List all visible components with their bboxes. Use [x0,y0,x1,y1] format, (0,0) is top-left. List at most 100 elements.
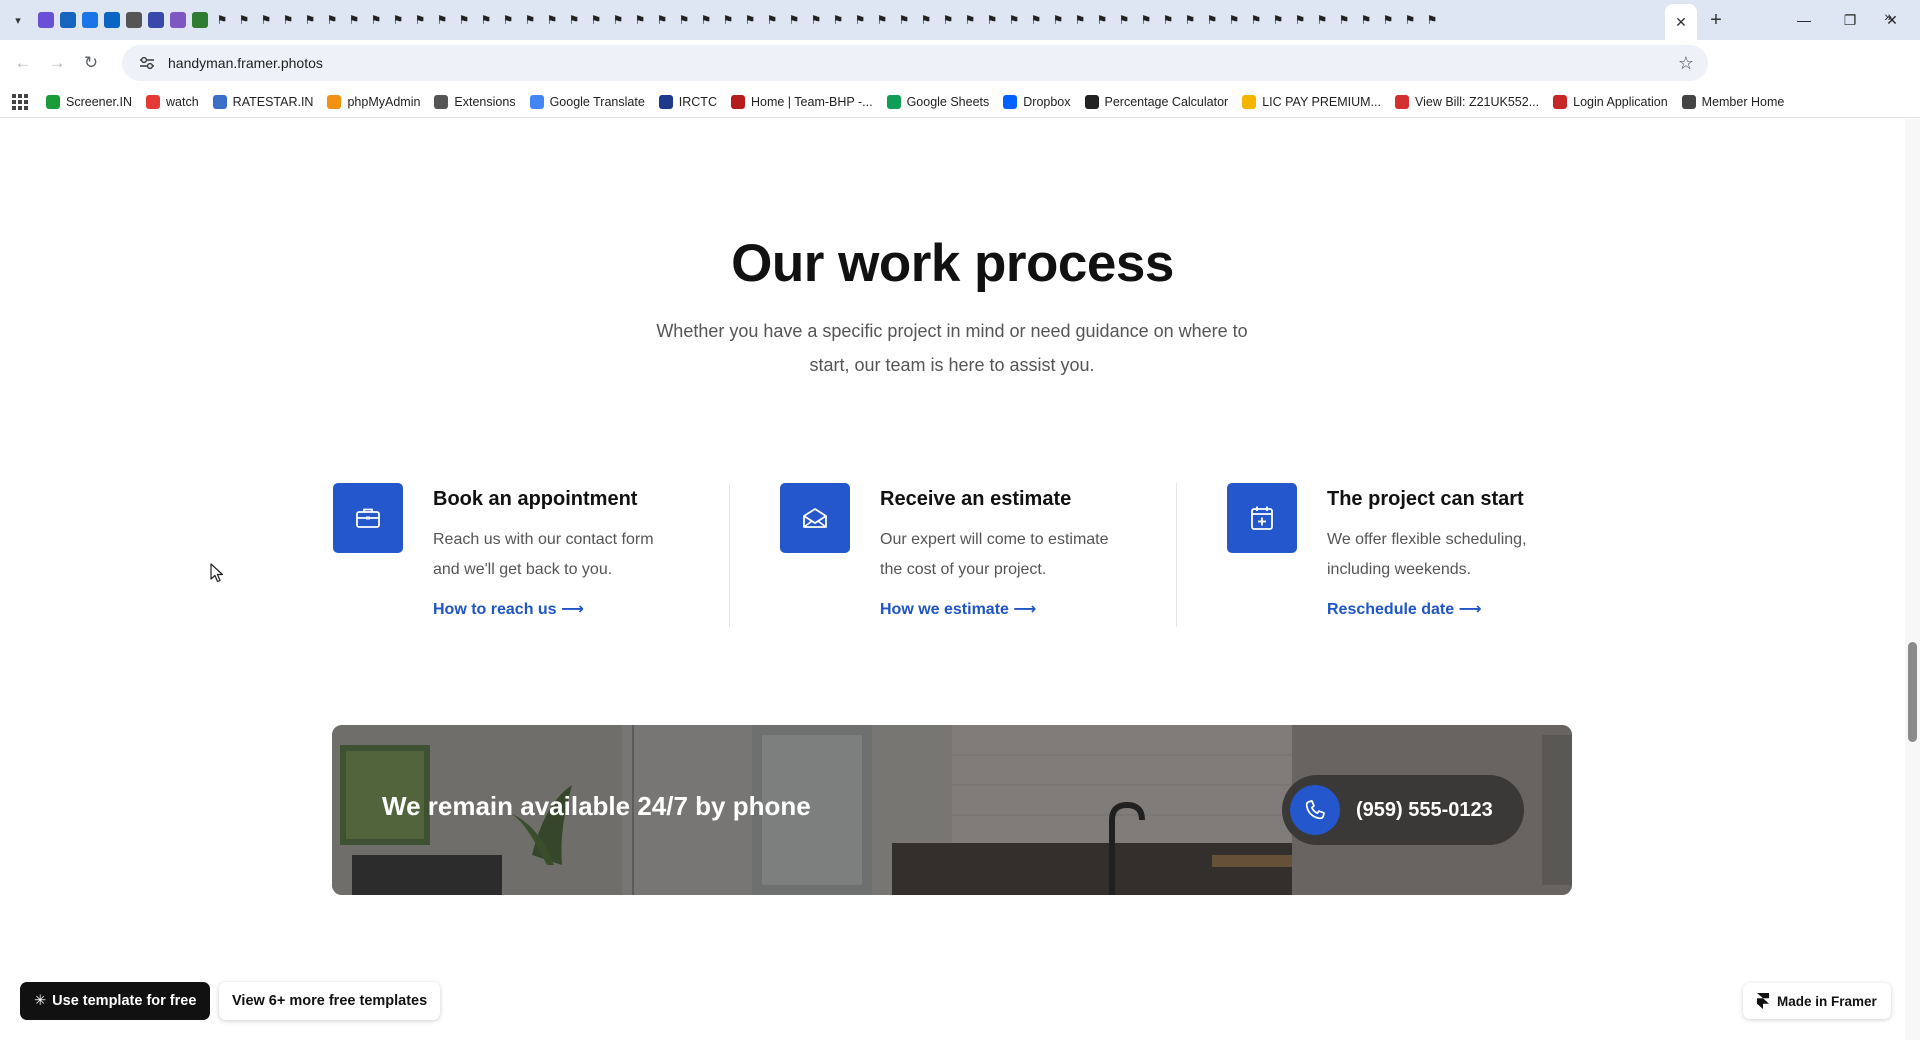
pinned-tab-favicon-icon[interactable]: ⚑ [1028,12,1044,28]
pinned-tab-favicon-icon[interactable]: ⚑ [302,12,318,28]
pinned-tab-favicon-icon[interactable]: ⚑ [610,12,626,28]
use-template-button[interactable]: ✳ Use template for free [20,982,211,1020]
pinned-tab-favicon-icon[interactable]: ⚑ [1270,12,1286,28]
pinned-tab-favicon-icon[interactable]: ⚑ [258,12,274,28]
bookmark-item[interactable]: LIC PAY PREMIUM... [1242,94,1381,109]
page-scrollbar[interactable] [1905,119,1920,1040]
pinned-tab-favicon-icon[interactable]: ⚑ [236,12,252,28]
url-text[interactable]: handyman.framer.photos [168,55,323,71]
pinned-tab-favicon-icon[interactable]: ⚑ [544,12,560,28]
bookmark-item[interactable]: Login Application [1553,94,1668,109]
pinned-tab-favicon-icon[interactable]: ⚑ [1182,12,1198,28]
bookmark-item[interactable]: Google Translate [529,94,645,109]
pinned-tab-favicon-icon[interactable]: ⚑ [654,12,670,28]
reschedule-date-link[interactable]: Reschedule date ⟶ [1327,599,1482,619]
pinned-tab-favicon-icon[interactable]: ⚑ [1138,12,1154,28]
pinned-tab-favicon-icon[interactable]: ⚑ [698,12,714,28]
bookmark-item[interactable]: View Bill: Z21UK552... [1394,94,1539,109]
bookmark-item[interactable]: Home | Team-BHP -... [730,94,873,109]
bookmark-star-icon[interactable]: ☆ [1678,53,1694,74]
pinned-tab-favicon-icon[interactable] [38,12,54,28]
pinned-tab-favicon-icon[interactable]: ⚑ [500,12,516,28]
pinned-tab-favicon-icon[interactable]: ⚑ [522,12,538,28]
how-we-estimate-link[interactable]: How we estimate ⟶ [880,599,1036,619]
pinned-tab-favicon-icon[interactable]: ⚑ [390,12,406,28]
pinned-tab-favicon-icon[interactable]: ⚑ [1116,12,1132,28]
how-to-reach-us-link[interactable]: How to reach us ⟶ [433,599,584,619]
pinned-tab-favicon-icon[interactable]: ⚑ [478,12,494,28]
pinned-tab-favicon-icon[interactable] [60,12,76,28]
address-bar[interactable]: handyman.framer.photos ☆ [122,45,1708,81]
pinned-tab-favicon-icon[interactable]: ⚑ [742,12,758,28]
pinned-tab-favicon-icon[interactable]: ⚑ [1006,12,1022,28]
pinned-tab-favicon-icon[interactable]: ⚑ [1314,12,1330,28]
pinned-tab-favicon-icon[interactable]: ⚑ [214,12,230,28]
pinned-tab-favicon-icon[interactable]: ⚑ [1226,12,1242,28]
pinned-tab-favicon-icon[interactable]: ⚑ [346,12,362,28]
pinned-tab-favicon-icon[interactable]: ⚑ [412,12,428,28]
pinned-tab-favicon-icon[interactable]: ⚑ [1204,12,1220,28]
bookmark-item[interactable]: IRCTC [658,94,717,109]
bookmark-item[interactable]: watch [146,94,199,109]
pinned-tab-favicon-icon[interactable]: ⚑ [984,12,1000,28]
pinned-tab-favicon-icon[interactable]: ⚑ [1424,12,1440,28]
pinned-tab-favicon-icon[interactable]: ⚑ [1160,12,1176,28]
pinned-tab-favicon-icon[interactable]: ⚑ [676,12,692,28]
pinned-tab-favicon-icon[interactable]: ⚑ [280,12,296,28]
pinned-tab-favicon-icon[interactable]: ⚑ [830,12,846,28]
back-icon[interactable]: ← [6,46,40,80]
forward-icon[interactable]: → [40,46,74,80]
pinned-tab-favicon-icon[interactable] [192,12,208,28]
scrollbar-thumb[interactable] [1908,642,1917,742]
pinned-tab-favicon-icon[interactable]: ⚑ [852,12,868,28]
bookmark-item[interactable]: Percentage Calculator [1084,94,1228,109]
pinned-tab-favicon-icon[interactable]: ⚑ [962,12,978,28]
pinned-tab-favicon-icon[interactable]: ⚑ [808,12,824,28]
bookmark-item[interactable]: Member Home [1681,94,1784,109]
new-tab-icon[interactable]: + [1704,8,1728,32]
pinned-tab-favicon-icon[interactable]: ⚑ [786,12,802,28]
pinned-tab-favicon-icon[interactable]: ⚑ [632,12,648,28]
close-window-icon[interactable]: ✕ [1864,0,1920,40]
pinned-tab-favicon-icon[interactable] [148,12,164,28]
phone-button[interactable]: (959) 555-0123 [1282,775,1524,845]
pinned-tab-favicon-icon[interactable]: ⚑ [456,12,472,28]
pinned-tab-favicon-icon[interactable]: ⚑ [1050,12,1066,28]
made-in-framer-badge[interactable]: Made in Framer [1743,983,1891,1019]
site-info-icon[interactable] [132,56,162,70]
pinned-tab-favicon-icon[interactable] [104,12,120,28]
pinned-tab-favicon-icon[interactable]: ⚑ [1292,12,1308,28]
bookmark-item[interactable]: Screener.IN [46,94,132,109]
more-bookmarks-icon[interactable]: » [1884,8,1892,24]
apps-grid-icon[interactable] [10,92,30,112]
pinned-tab-favicon-icon[interactable]: ⚑ [1358,12,1374,28]
pinned-tab-favicon-icon[interactable]: ⚑ [874,12,890,28]
pinned-tab-favicon-icon[interactable]: ⚑ [368,12,384,28]
pinned-tab-favicon-icon[interactable]: ⚑ [1336,12,1352,28]
pinned-tab-favicon-icon[interactable]: ⚑ [566,12,582,28]
pinned-tab-favicon-icon[interactable] [170,12,186,28]
reload-icon[interactable]: ↻ [74,46,108,80]
bookmark-item[interactable]: RATESTAR.IN [212,94,313,109]
pinned-tab-favicon-icon[interactable]: ⚑ [940,12,956,28]
pinned-tab-favicon-icon[interactable]: ⚑ [764,12,780,28]
pinned-tab-favicon-icon[interactable]: ⚑ [588,12,604,28]
active-tab-close-icon[interactable]: ✕ [1665,4,1697,40]
pinned-tab-favicon-icon[interactable] [126,12,142,28]
bookmark-item[interactable]: Google Sheets [886,94,989,109]
pinned-tab-favicon-icon[interactable]: ⚑ [720,12,736,28]
pinned-tab-favicon-icon[interactable]: ⚑ [1402,12,1418,28]
pinned-tab-favicon-icon[interactable]: ⚑ [434,12,450,28]
pinned-tab-favicon-icon[interactable]: ⚑ [896,12,912,28]
pinned-tab-favicon-icon[interactable]: ⚑ [1380,12,1396,28]
tab-search-icon[interactable]: ▾ [8,10,28,30]
pinned-tab-favicon-icon[interactable]: ⚑ [1094,12,1110,28]
more-templates-button[interactable]: View 6+ more free templates [219,982,441,1020]
bookmark-item[interactable]: Extensions [434,94,516,109]
pinned-tab-favicon-icon[interactable]: ⚑ [1248,12,1264,28]
pinned-tab-favicon-icon[interactable]: ⚑ [1072,12,1088,28]
pinned-tab-favicon-icon[interactable] [82,12,98,28]
bookmark-item[interactable]: phpMyAdmin [327,94,420,109]
pinned-tab-favicon-icon[interactable]: ⚑ [918,12,934,28]
pinned-tab-favicon-icon[interactable]: ⚑ [324,12,340,28]
